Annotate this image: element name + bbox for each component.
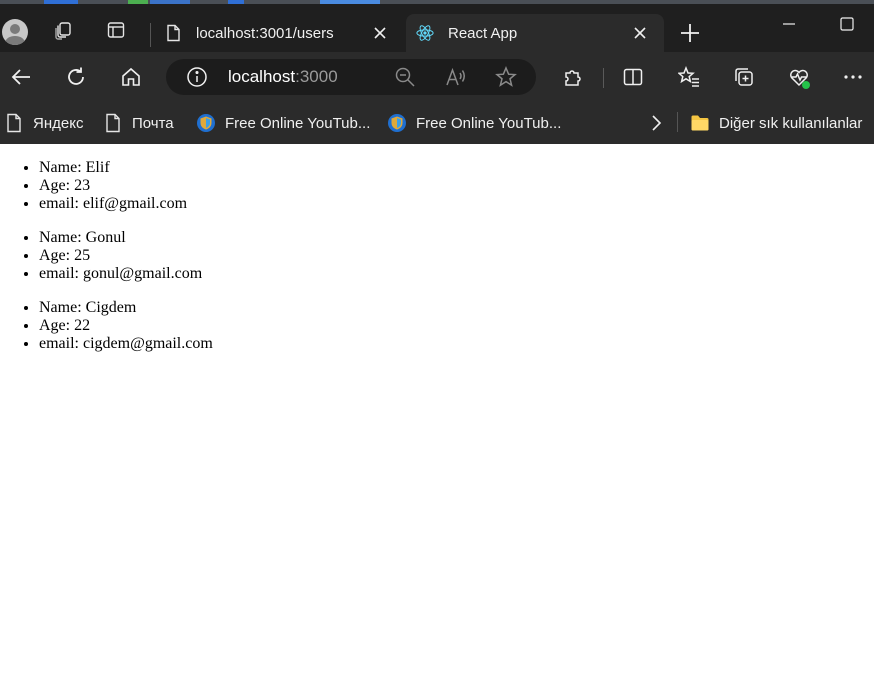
bookmark-youtube-2[interactable]: Free Online YouTub... [387, 112, 561, 134]
url-port: :3000 [295, 67, 338, 86]
maximize-icon[interactable] [837, 14, 857, 34]
more-icon [844, 75, 862, 79]
bookmark-yandex[interactable]: Яндекс [4, 112, 83, 134]
user-name: Name: Gonul [39, 229, 202, 247]
user-email: email: cigdem@gmail.com [39, 335, 213, 353]
collections-button[interactable] [731, 64, 757, 90]
shield-icon [197, 114, 215, 132]
favorites-button[interactable] [676, 64, 702, 90]
close-tab-icon[interactable] [370, 23, 390, 43]
split-screen-icon [623, 68, 643, 86]
folder-icon [691, 115, 709, 131]
new-tab-icon[interactable] [678, 21, 702, 45]
page-content: Name: Elif Age: 23 email: elif@gmail.com… [0, 144, 874, 679]
home-icon [122, 67, 140, 86]
extensions-button[interactable] [560, 64, 586, 90]
user-age: Age: 22 [39, 317, 213, 335]
bookmark-label: Free Online YouTub... [225, 114, 371, 132]
toolbar-separator [603, 68, 604, 88]
bookmark-label: Diğer sık kullanılanlar [719, 114, 863, 132]
bookmark-pochta[interactable]: Почта [103, 112, 174, 134]
tab-users[interactable]: localhost:3001/users [154, 14, 404, 52]
address-text[interactable]: localhost:3000 [228, 67, 338, 87]
page-icon [106, 113, 120, 133]
browser-window: localhost:3001/users React App localhost… [0, 4, 874, 144]
puzzle-icon [565, 70, 581, 86]
tab-title: React App [448, 25, 518, 42]
chevron-right-icon[interactable] [646, 113, 666, 133]
user-list: Name: Gonul Age: 25 email: gonul@gmail.c… [39, 229, 202, 283]
user-name: Name: Cigdem [39, 299, 213, 317]
settings-menu-button[interactable] [840, 64, 866, 90]
back-arrow-icon [11, 69, 30, 85]
tab-separator [150, 23, 151, 47]
user-email: email: elif@gmail.com [39, 195, 187, 213]
page-icon [167, 24, 180, 42]
bookmark-label: Яндекс [33, 114, 84, 132]
refresh-button[interactable] [63, 64, 89, 90]
tab-title: localhost:3001/users [196, 25, 334, 42]
bookmark-label: Почта [132, 114, 174, 132]
favorites-list-icon [678, 66, 699, 87]
user-list: Name: Cigdem Age: 22 email: cigdem@gmail… [39, 299, 213, 353]
tab-react-app[interactable]: React App [406, 14, 664, 52]
address-bar[interactable]: localhost:3000 [166, 59, 536, 95]
react-icon [416, 25, 434, 41]
user-list: Name: Elif Age: 23 email: elif@gmail.com [39, 159, 187, 213]
user-name: Name: Elif [39, 159, 187, 177]
minimize-icon[interactable] [779, 14, 799, 34]
read-aloud-icon[interactable] [445, 66, 467, 88]
bookmark-youtube-1[interactable]: Free Online YouTub... [196, 112, 370, 134]
user-age: Age: 25 [39, 247, 202, 265]
collections-icon [735, 68, 753, 86]
site-info-icon[interactable] [186, 66, 208, 88]
profile-avatar[interactable] [2, 19, 28, 45]
split-screen-button[interactable] [620, 64, 646, 90]
status-dot [802, 81, 810, 89]
page-icon [7, 113, 21, 133]
close-tab-icon[interactable] [630, 23, 650, 43]
favorites-bar: Яндекс Почта Free Online YouTub... Free … [0, 102, 874, 144]
tab-actions-icon[interactable] [104, 18, 128, 42]
tab-strip: localhost:3001/users React App [0, 4, 874, 52]
refresh-icon [68, 67, 84, 85]
bookmark-label: Free Online YouTub... [416, 114, 562, 132]
user-age: Age: 23 [39, 177, 187, 195]
user-email: email: gonul@gmail.com [39, 265, 202, 283]
workspaces-icon[interactable] [51, 18, 75, 42]
home-button[interactable] [118, 64, 144, 90]
bookmark-other-favorites[interactable]: Diğer sık kullanılanlar [690, 112, 862, 134]
shield-icon [388, 114, 406, 132]
back-button[interactable] [8, 64, 34, 90]
url-host: localhost [228, 67, 296, 86]
navigation-toolbar: localhost:3000 [0, 52, 874, 102]
favorite-star-icon[interactable] [495, 66, 517, 88]
bookmarks-separator [677, 112, 678, 132]
zoom-out-icon[interactable] [394, 66, 416, 88]
